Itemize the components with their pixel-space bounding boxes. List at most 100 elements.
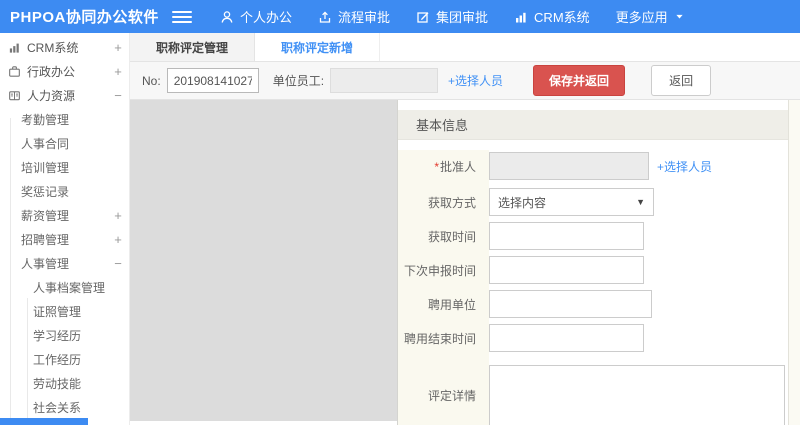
form-row-6: 评定详情 <box>398 365 788 425</box>
sidebar-partial-active-item[interactable] <box>0 418 88 425</box>
select-value: 选择内容 <box>498 195 547 210</box>
sidebar-item-4[interactable]: 人事合同 <box>0 131 129 155</box>
sidebar-item-14[interactable]: 劳动技能 <box>0 371 129 395</box>
field-label: 获取方式 <box>427 195 476 210</box>
sidebar-item-label: 人事合同 <box>21 136 70 151</box>
select-person-link[interactable]: +选择人员 <box>657 158 712 175</box>
sidebar-item-label: 招聘管理 <box>21 232 70 247</box>
field-label: 获取时间 <box>427 229 476 244</box>
topmenu-item-3[interactable]: CRM系统 <box>514 7 590 26</box>
sidebar-indent-guide <box>27 298 28 420</box>
caret-down-icon: ▼ <box>636 197 645 207</box>
sidebar-item-10[interactable]: 人事档案管理 <box>0 275 129 299</box>
sidebar-item-label: 考勤管理 <box>21 112 70 127</box>
sidebar-item-label: 社会关系 <box>33 400 82 415</box>
sidebar-item-label: 奖惩记录 <box>21 184 70 199</box>
topmenu-item-label: CRM系统 <box>534 10 590 25</box>
sidebar-item-13[interactable]: 工作经历 <box>0 347 129 371</box>
topmenu-item-1[interactable]: 流程审批 <box>318 7 390 26</box>
tab-bar: 职称评定管理 职称评定新增 <box>130 33 800 62</box>
expand-icon[interactable]: + <box>107 64 129 79</box>
sidebar-item-label: 薪资管理 <box>21 208 70 223</box>
sidebar-item-2[interactable]: 人力资源 − <box>0 83 129 107</box>
field-input-4[interactable] <box>489 290 652 318</box>
sidebar-item-label: 工作经历 <box>33 352 82 367</box>
sidebar-item-12[interactable]: 学习经历 <box>0 323 129 347</box>
top-menu: 个人办公 流程审批 集团审批 CRM系统 更多应用 <box>220 7 685 26</box>
review-detail-textarea[interactable] <box>489 365 785 425</box>
select-person-link[interactable]: +选择人员 <box>448 72 503 89</box>
form-row-1: 获取方式 选择内容 ▼ <box>398 188 788 216</box>
employee-label: 单位员工: <box>272 74 325 88</box>
sidebar-item-11[interactable]: 证照管理 <box>0 299 129 323</box>
sidebar-item-9[interactable]: 人事管理 − <box>0 251 129 275</box>
sidebar-item-label: 劳动技能 <box>33 376 82 391</box>
basic-info-panel: 基本信息 *批准人 +选择人员获取方式 选择内容 ▼ 获取时间下次申报时间聘用单位聘用结… <box>397 100 788 425</box>
app-window: PHPOA协同办公软件 个人办公 流程审批 集团审批 CRM系统 更多应用 CRM系统 +… <box>0 0 800 425</box>
no-label: No: <box>142 73 161 88</box>
sidebar-item-label: 学习经历 <box>33 328 82 343</box>
group-approve-icon <box>416 10 430 24</box>
tab-title-review-manage[interactable]: 职称评定管理 <box>130 33 255 61</box>
section-title: 基本信息 <box>416 118 469 133</box>
sidebar-item-label: CRM系统 <box>27 40 79 55</box>
return-button[interactable]: 返回 <box>651 65 712 96</box>
no-input[interactable] <box>166 68 259 93</box>
sidebar-item-6[interactable]: 奖惩记录 <box>0 179 129 203</box>
field-label: 下次申报时间 <box>403 263 476 278</box>
tab-label: 职称评定管理 <box>155 40 228 55</box>
idcard-icon <box>8 89 21 102</box>
sidebar-item-label: 行政办公 <box>27 64 76 79</box>
field-label: 聘用结束时间 <box>403 331 476 346</box>
field-input-5[interactable] <box>489 324 644 352</box>
sidebar-nav: CRM系统 + 行政办公 + 人力资源 − 考勤管理 人事合同 培训管理 奖惩记录 薪资管理 + 招聘管… <box>0 33 130 425</box>
collapse-icon[interactable]: − <box>107 256 129 271</box>
form-row-5: 聘用结束时间 <box>398 324 788 352</box>
acquire-method-select[interactable]: 选择内容 ▼ <box>489 188 654 216</box>
field-input-2[interactable] <box>489 222 644 250</box>
sidebar-item-15[interactable]: 社会关系 <box>0 395 129 419</box>
app-brand: PHPOA协同办公软件 <box>10 9 159 26</box>
save-and-return-button[interactable]: 保存并返回 <box>533 65 626 96</box>
field-input-3[interactable] <box>489 256 644 284</box>
topmenu-item-label: 更多应用 <box>615 10 668 25</box>
expand-icon[interactable]: + <box>107 232 129 247</box>
topmenu-item-4[interactable]: 更多应用 <box>616 7 685 26</box>
tab-title-review-new[interactable]: 职称评定新增 <box>255 33 380 61</box>
process-approve-icon <box>318 10 332 24</box>
panel-right-strip <box>788 100 800 425</box>
field-input-0[interactable] <box>489 152 649 180</box>
topmenu-item-0[interactable]: 个人办公 <box>220 7 292 26</box>
sidebar-item-label: 证照管理 <box>33 304 82 319</box>
sidebar-item-8[interactable]: 招聘管理 + <box>0 227 129 251</box>
field-label: 聘用单位 <box>427 297 476 312</box>
topmenu-item-label: 集团审批 <box>436 10 489 25</box>
form-toolbar: No: 单位员工: +选择人员 保存并返回 返回 <box>130 62 800 100</box>
required-asterisk: * <box>434 159 439 174</box>
sidebar-item-label: 人事档案管理 <box>33 280 106 295</box>
form-row-4: 聘用单位 <box>398 290 788 318</box>
person-icon <box>220 10 234 24</box>
caret-down-icon <box>674 11 685 22</box>
sidebar-indent-guide <box>10 118 11 418</box>
field-label: 评定详情 <box>427 389 476 403</box>
expand-icon[interactable]: + <box>107 208 129 223</box>
hamburger-menu-icon[interactable] <box>172 10 192 23</box>
sidebar-item-label: 培训管理 <box>21 160 70 175</box>
sidebar-item-0[interactable]: CRM系统 + <box>0 35 129 59</box>
barchart-icon <box>8 41 21 54</box>
section-header: 基本信息 <box>398 110 788 140</box>
form-row-3: 下次申报时间 <box>398 256 788 284</box>
sidebar-item-3[interactable]: 考勤管理 <box>0 107 129 131</box>
employee-input[interactable] <box>330 68 439 93</box>
briefcase-icon <box>8 65 21 78</box>
topmenu-item-2[interactable]: 集团审批 <box>416 7 488 26</box>
sidebar-item-5[interactable]: 培训管理 <box>0 155 129 179</box>
expand-icon[interactable]: + <box>107 40 129 55</box>
collapse-icon[interactable]: − <box>107 88 129 103</box>
form-row-0: *批准人 +选择人员 <box>398 150 788 182</box>
field-label: *批准人 <box>434 159 476 174</box>
top-navbar: PHPOA协同办公软件 个人办公 流程审批 集团审批 CRM系统 更多应用 <box>0 0 800 33</box>
sidebar-item-7[interactable]: 薪资管理 + <box>0 203 129 227</box>
sidebar-item-1[interactable]: 行政办公 + <box>0 59 129 83</box>
